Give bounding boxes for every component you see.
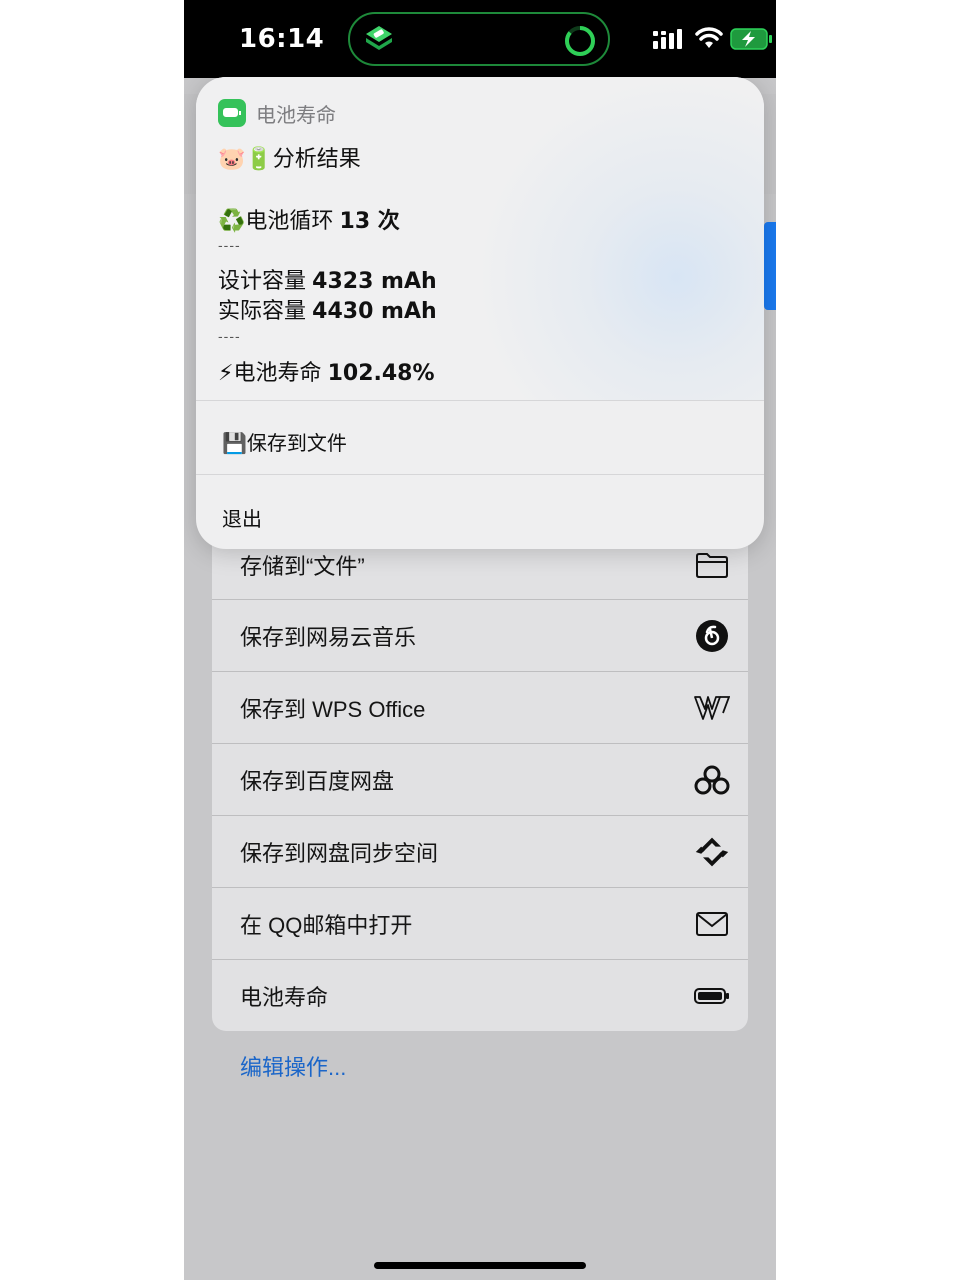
action-save-to-netease-music[interactable]: 保存到网易云音乐 bbox=[212, 599, 748, 671]
action-label: 保存到网易云音乐 bbox=[240, 624, 417, 650]
separator-1: ---- bbox=[218, 237, 241, 253]
action-label: 存储到“文件” bbox=[240, 554, 365, 579]
actual-value: 4430 mAh bbox=[312, 299, 437, 324]
design-value: 4323 mAh bbox=[312, 269, 437, 294]
cycle-value: 13 次 bbox=[339, 209, 400, 234]
action-label: 保存到 WPS Office bbox=[240, 696, 426, 722]
popup-divider bbox=[196, 474, 764, 475]
wifi-icon bbox=[695, 27, 723, 48]
phone-screen: 16:14 存储到“文件” 保存到网易云音乐 保存到 WPS Office 保存… bbox=[184, 0, 776, 1280]
health-value: 102.48% bbox=[327, 361, 435, 386]
health-label: ⚡电池寿命 bbox=[218, 360, 322, 385]
exit-button[interactable]: 退出 bbox=[222, 503, 262, 532]
folder-icon bbox=[694, 547, 730, 583]
battery-icon bbox=[694, 978, 730, 1014]
popup-app-name: 电池寿命 bbox=[256, 105, 336, 127]
action-label: 电池寿命 bbox=[240, 984, 329, 1010]
mail-icon bbox=[694, 906, 730, 942]
background-element bbox=[764, 222, 776, 310]
sync-space-icon bbox=[694, 834, 730, 870]
actual-label: 实际容量 bbox=[218, 298, 307, 323]
edit-actions-link[interactable]: 编辑操作... bbox=[240, 1050, 346, 1082]
action-battery-life[interactable]: 电池寿命 bbox=[212, 959, 748, 1031]
shortcuts-icon bbox=[366, 26, 392, 50]
save-to-file-button[interactable]: 💾保存到文件 bbox=[222, 427, 347, 456]
design-label: 设计容量 bbox=[218, 268, 307, 293]
action-save-to-wps[interactable]: 保存到 WPS Office bbox=[212, 671, 748, 743]
action-open-in-qqmail[interactable]: 在 QQ邮箱中打开 bbox=[212, 887, 748, 959]
status-time: 16:14 bbox=[239, 24, 325, 54]
home-indicator[interactable] bbox=[374, 1262, 586, 1269]
popup-divider bbox=[196, 400, 764, 401]
wps-office-icon bbox=[694, 690, 730, 726]
cycle-line: ♻️电池循环 13 次 bbox=[218, 203, 400, 235]
netease-music-icon bbox=[694, 618, 730, 654]
cellular-signal-icon bbox=[653, 29, 682, 49]
result-title: 🐷🔋分析结果 bbox=[218, 146, 361, 171]
action-label: 保存到网盘同步空间 bbox=[240, 840, 439, 866]
status-bar: 16:14 bbox=[184, 0, 776, 78]
separator-2: ---- bbox=[218, 328, 241, 344]
design-capacity-line: 设计容量 4323 mAh bbox=[218, 263, 437, 295]
action-label: 保存到百度网盘 bbox=[240, 768, 395, 794]
action-label: 在 QQ邮箱中打开 bbox=[240, 912, 413, 938]
shortcut-result-popup: 电池寿命 🐷🔋分析结果 ♻️电池循环 13 次 ---- 设计容量 4323 m… bbox=[196, 77, 764, 549]
baidu-netdisk-icon bbox=[694, 762, 730, 798]
battery-charging-icon bbox=[730, 28, 772, 50]
action-save-to-baidu[interactable]: 保存到百度网盘 bbox=[212, 743, 748, 815]
cycle-label: ♻️电池循环 bbox=[218, 208, 334, 233]
actual-capacity-line: 实际容量 4430 mAh bbox=[218, 293, 437, 325]
progress-ring-icon bbox=[565, 26, 595, 56]
popup-content: 电池寿命 🐷🔋分析结果 ♻️电池循环 13 次 ---- 设计容量 4323 m… bbox=[196, 77, 764, 400]
dynamic-island[interactable] bbox=[348, 12, 610, 66]
health-line: ⚡电池寿命 102.48% bbox=[218, 355, 435, 387]
battery-app-icon bbox=[218, 99, 246, 127]
share-action-list: 存储到“文件” 保存到网易云音乐 保存到 WPS Office 保存到百度网盘 … bbox=[212, 527, 748, 1031]
action-save-to-sync-space[interactable]: 保存到网盘同步空间 bbox=[212, 815, 748, 887]
